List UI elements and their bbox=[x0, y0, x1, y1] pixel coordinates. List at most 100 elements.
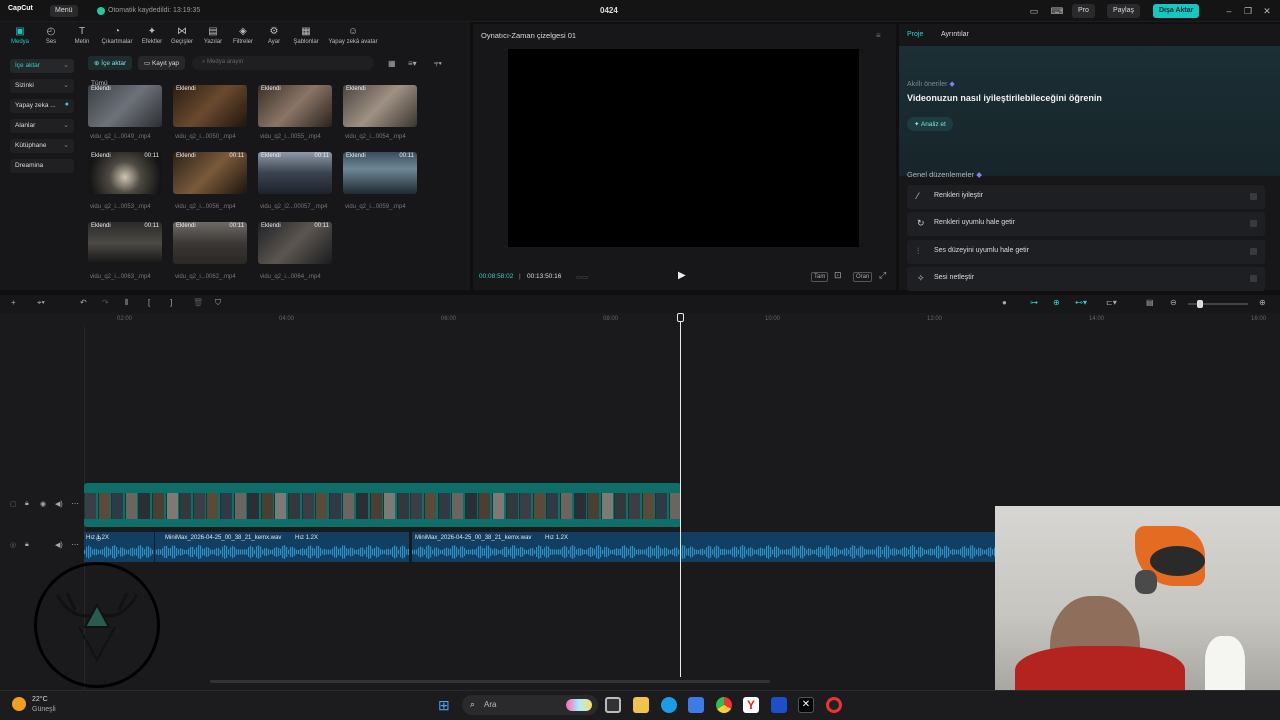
media-thumb-0050[interactable]: Eklendi bbox=[173, 85, 247, 127]
video-clip-frame[interactable] bbox=[492, 493, 504, 519]
more-icon[interactable]: ⋯ bbox=[71, 540, 79, 549]
audio-track-icon[interactable]: ◎ bbox=[10, 541, 16, 549]
speaker-icon[interactable]: ◀) bbox=[55, 541, 63, 549]
more-icon[interactable]: ⋯ bbox=[71, 499, 79, 508]
import-button[interactable]: ⊕ İçe aktar bbox=[88, 56, 133, 70]
video-clip-frame[interactable] bbox=[600, 493, 613, 519]
add-icon[interactable]: + bbox=[11, 298, 16, 307]
menu-button[interactable]: Menü bbox=[50, 5, 78, 17]
media-thumb-0063[interactable]: Eklendi 00:11 bbox=[88, 222, 162, 264]
video-clip-frame[interactable] bbox=[424, 493, 436, 519]
nav-spaces[interactable]: Alanlar ⌄ bbox=[10, 119, 74, 133]
video-clip-frame[interactable] bbox=[247, 493, 260, 519]
playhead-handle[interactable] bbox=[677, 313, 684, 322]
tab-text[interactable]: T Metin bbox=[65, 26, 99, 45]
tab-details[interactable]: Ayrıntılar bbox=[941, 31, 969, 38]
nav-dreamina[interactable]: Dreamina bbox=[10, 159, 74, 173]
player-menu-icon[interactable]: ≡ bbox=[876, 31, 881, 40]
obs-icon[interactable] bbox=[826, 697, 842, 713]
video-clip-frame[interactable] bbox=[206, 493, 219, 519]
toggle[interactable] bbox=[1250, 275, 1257, 282]
video-clip-frame[interactable] bbox=[288, 493, 300, 519]
share-button[interactable]: Paylaş bbox=[1107, 4, 1141, 18]
video-clip-frame[interactable] bbox=[111, 493, 124, 519]
chrome-icon[interactable] bbox=[716, 697, 732, 713]
video-clip-frame[interactable] bbox=[532, 493, 545, 519]
clarify-voice-row[interactable]: ✧ Sesi netleştir bbox=[907, 267, 1265, 291]
snap-icon[interactable]: ⊏▾ bbox=[1106, 298, 1117, 307]
video-clip-frame[interactable] bbox=[342, 493, 355, 519]
video-clip-frame[interactable] bbox=[301, 493, 314, 519]
magnet-icon[interactable]: ⊕ bbox=[1053, 298, 1060, 307]
video-clip-frame[interactable] bbox=[356, 493, 368, 519]
maximize-icon[interactable]: ❐ bbox=[1241, 5, 1255, 17]
split-right-icon[interactable]: ] bbox=[170, 298, 172, 307]
normalize-volume-row[interactable]: ⫶ Ses düzeyini uyumlu hale getir bbox=[907, 240, 1265, 264]
edge-icon[interactable] bbox=[661, 697, 677, 713]
sort-icon[interactable]: ≡▾ bbox=[408, 59, 417, 68]
eye-icon[interactable]: ◉ bbox=[40, 500, 46, 508]
video-clip-frame[interactable] bbox=[274, 493, 287, 519]
project-name[interactable]: 0424 bbox=[600, 6, 618, 15]
redo-icon[interactable]: ↷ bbox=[102, 298, 109, 307]
tab-templates[interactable]: ▦ Şablonlar bbox=[289, 26, 323, 45]
video-clip-frame[interactable] bbox=[138, 493, 151, 519]
app-icon[interactable] bbox=[771, 697, 787, 713]
preview-axis-icon[interactable]: ⊷▾ bbox=[1075, 298, 1087, 307]
video-clip-frame[interactable] bbox=[410, 493, 423, 519]
yandex-icon[interactable]: Y bbox=[743, 697, 759, 713]
screenshot-icon[interactable]: ⊡ bbox=[834, 270, 842, 281]
file-explorer-icon[interactable] bbox=[633, 697, 649, 713]
task-view-icon[interactable] bbox=[605, 697, 621, 713]
tab-adjust[interactable]: ⚙ Ayar bbox=[257, 26, 291, 45]
video-track[interactable] bbox=[84, 483, 681, 527]
media-thumb-0056[interactable]: Eklendi 00:11 bbox=[173, 152, 247, 194]
video-clip-frame[interactable] bbox=[668, 493, 681, 519]
delete-icon[interactable]: 🗑 bbox=[193, 298, 203, 307]
shield-icon[interactable]: ⛉ bbox=[215, 298, 221, 308]
video-clip-frame[interactable] bbox=[655, 493, 668, 519]
video-clip-frame[interactable] bbox=[152, 493, 164, 519]
video-clip-frame[interactable] bbox=[383, 493, 396, 519]
fullscreen-icon[interactable]: ⤢ bbox=[879, 270, 886, 281]
media-thumb-0054[interactable]: Eklendi bbox=[343, 85, 417, 127]
tab-media[interactable]: ▣ Medya bbox=[3, 26, 37, 45]
video-clip-frame[interactable] bbox=[97, 493, 110, 519]
weather-desc[interactable]: Güneşli bbox=[32, 706, 56, 713]
outlook-icon[interactable] bbox=[688, 697, 704, 713]
weather-icon[interactable] bbox=[12, 697, 26, 711]
shortcuts-icon[interactable]: ⌨ bbox=[1050, 5, 1064, 17]
play-icon[interactable]: ▶ bbox=[678, 270, 686, 281]
windows-start-icon[interactable]: ⊞ bbox=[438, 697, 450, 714]
grid-view-icon[interactable]: ▦ bbox=[388, 59, 396, 68]
lock-icon[interactable]: 🔒︎ bbox=[25, 500, 29, 508]
video-clip-frame[interactable] bbox=[505, 493, 518, 519]
timecode-icon[interactable]: ▭▭ bbox=[576, 273, 588, 281]
undo-icon[interactable]: ↶ bbox=[80, 298, 87, 307]
microphone-icon[interactable]: ● bbox=[1002, 298, 1007, 307]
tab-audio[interactable]: ◴ Ses bbox=[34, 26, 68, 45]
export-button[interactable]: Dışa Aktar bbox=[1153, 4, 1200, 18]
zoom-slider-handle[interactable] bbox=[1197, 300, 1203, 308]
timeline-scrollbar[interactable] bbox=[210, 680, 770, 683]
video-clip-frame[interactable] bbox=[165, 493, 178, 519]
video-clip-frame[interactable] bbox=[233, 493, 246, 519]
cover-icon[interactable]: ▢ bbox=[10, 500, 17, 508]
tab-transitions[interactable]: ⋈ Geçişler bbox=[165, 26, 199, 45]
video-clip-frame[interactable] bbox=[437, 493, 450, 519]
toggle[interactable] bbox=[1250, 193, 1257, 200]
video-clip-frame[interactable] bbox=[179, 493, 192, 519]
tab-captions[interactable]: ▤ Yazılar bbox=[196, 26, 230, 45]
weather-temp[interactable]: 22°C bbox=[32, 696, 48, 703]
taskbar-search[interactable]: ⌕ Ara bbox=[462, 695, 598, 715]
nav-yours[interactable]: Sizinki ⌄ bbox=[10, 79, 74, 93]
nav-library[interactable]: Kütüphane ⌄ bbox=[10, 139, 74, 153]
media-thumb-0059[interactable]: Eklendi 00:11 bbox=[343, 152, 417, 194]
media-thumb-0062[interactable]: Eklendi 00:11 bbox=[173, 222, 247, 264]
nav-import[interactable]: İçe aktar ⌄ bbox=[10, 59, 74, 73]
preview-screen[interactable] bbox=[508, 49, 859, 247]
ratio-button[interactable]: Oran bbox=[853, 272, 873, 282]
speaker-icon[interactable]: ◀) bbox=[55, 500, 63, 508]
video-clip-frame[interactable] bbox=[546, 493, 559, 519]
toggle[interactable] bbox=[1250, 248, 1257, 255]
